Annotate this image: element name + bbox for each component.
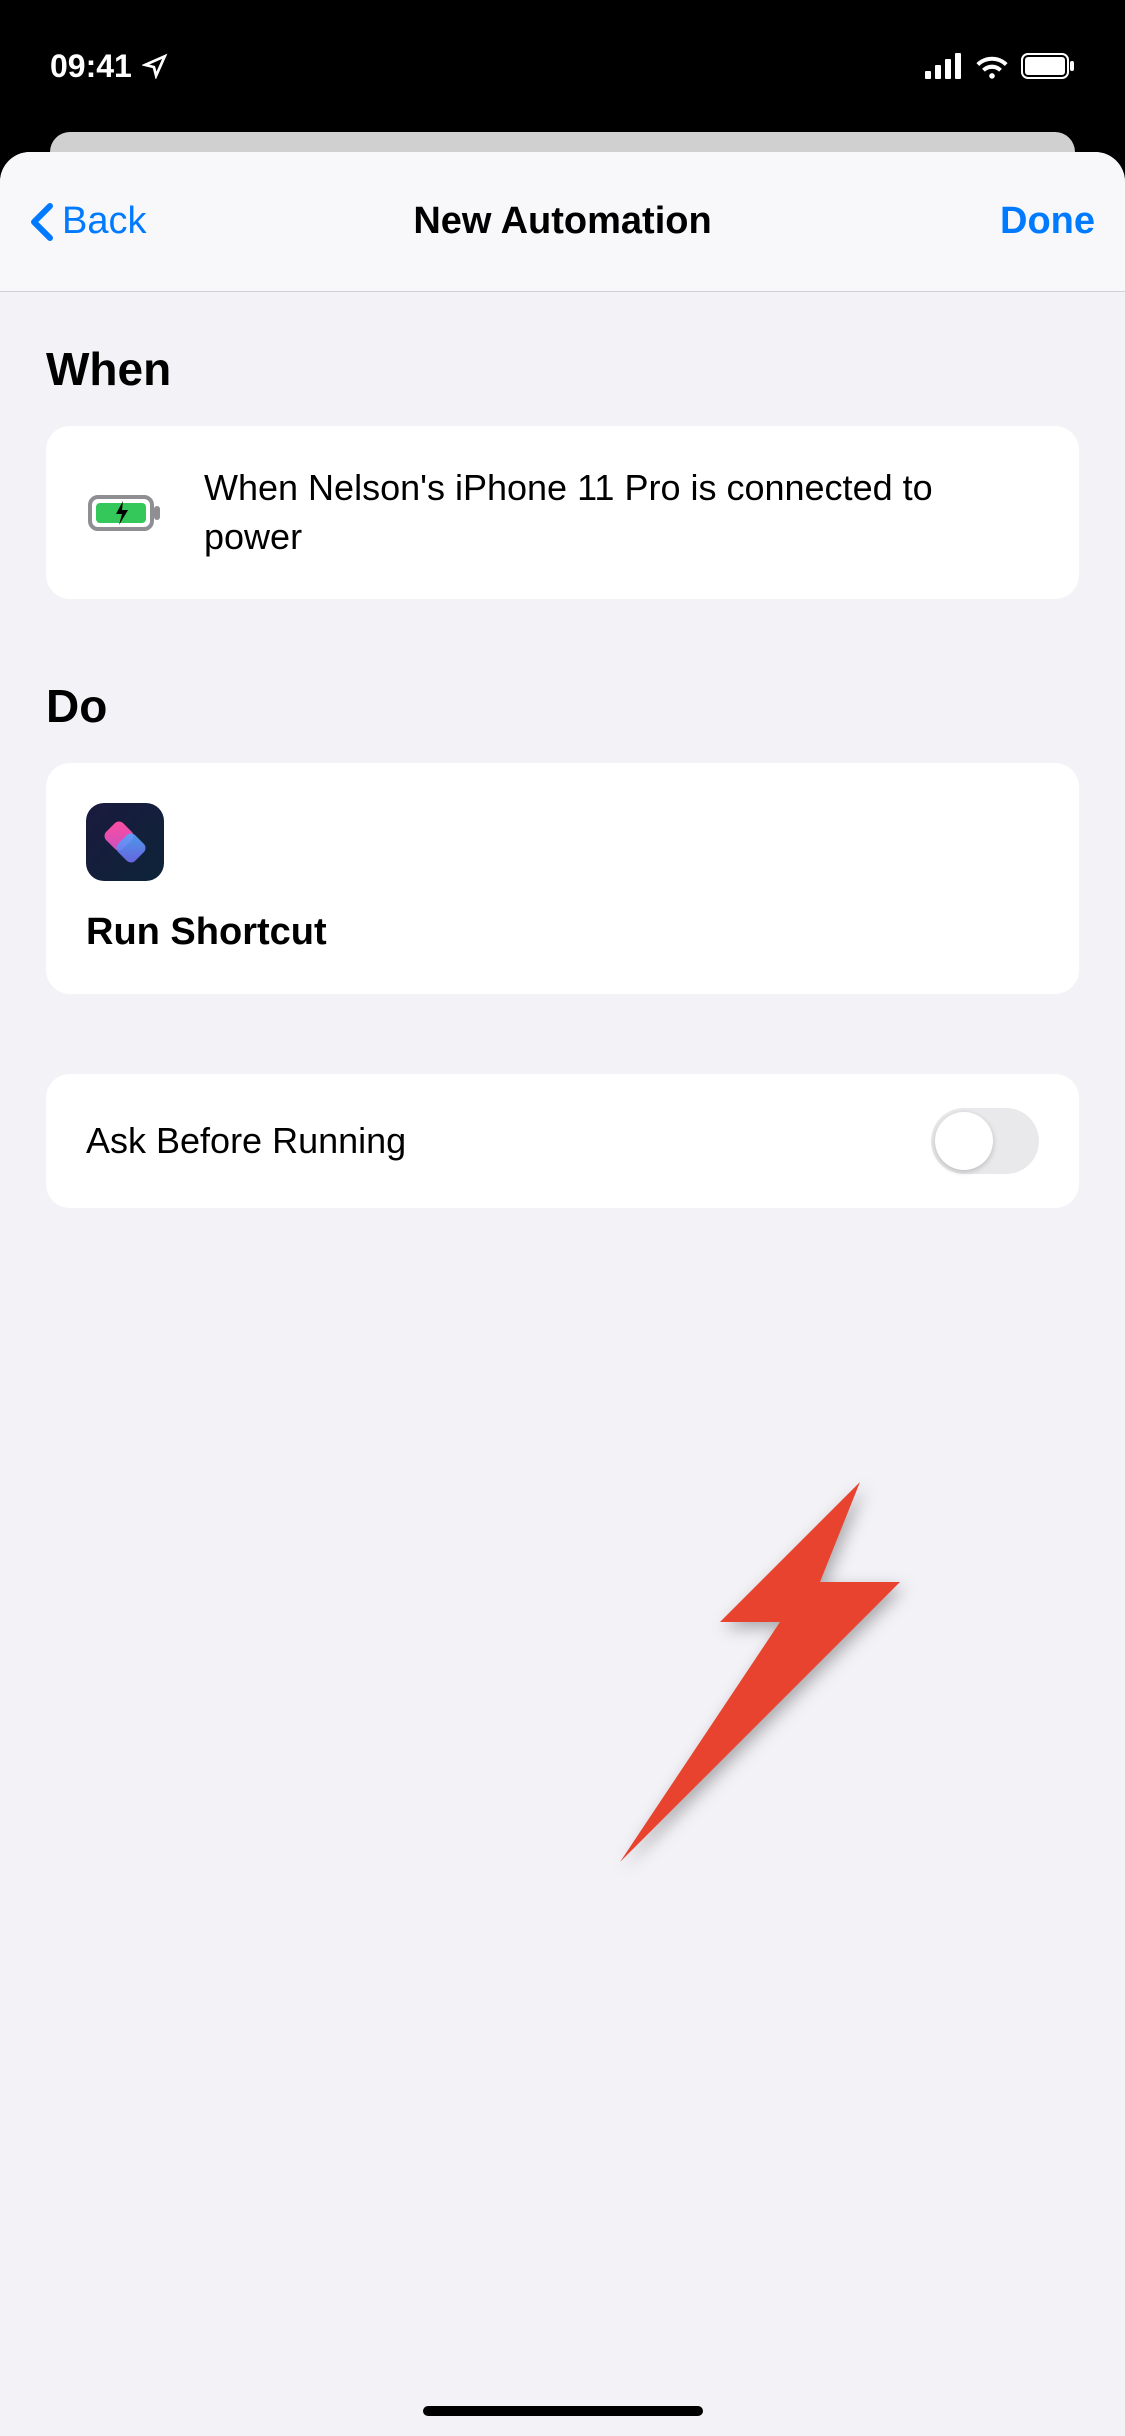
wifi-icon [975, 53, 1009, 79]
status-time: 09:41 [50, 48, 132, 85]
back-button[interactable]: Back [30, 200, 146, 243]
when-description: When Nelson's iPhone 11 Pro is connected… [204, 464, 1039, 561]
when-section-title: When [46, 342, 1079, 396]
ask-before-running-toggle[interactable] [931, 1108, 1039, 1174]
when-card[interactable]: When Nelson's iPhone 11 Pro is connected… [46, 426, 1079, 599]
content: When When Nelson's iPhone 11 Pro is conn… [0, 292, 1125, 1258]
charging-battery-icon [86, 491, 166, 535]
battery-icon [1021, 53, 1075, 79]
status-right [925, 53, 1075, 79]
home-indicator[interactable] [423, 2406, 703, 2416]
shortcuts-app-icon [86, 803, 164, 881]
do-action-label: Run Shortcut [86, 911, 1039, 954]
modal-sheet: Back New Automation Done When When Nelso… [0, 152, 1125, 2436]
done-button[interactable]: Done [1000, 200, 1095, 243]
cellular-icon [925, 53, 963, 79]
toggle-knob [935, 1112, 993, 1170]
nav-bar: Back New Automation Done [0, 152, 1125, 292]
do-card[interactable]: Run Shortcut [46, 763, 1079, 994]
status-left: 09:41 [50, 48, 168, 85]
chevron-left-icon [30, 202, 54, 242]
ask-before-running-row: Ask Before Running [46, 1074, 1079, 1208]
do-section-title: Do [46, 679, 1079, 733]
ask-before-running-label: Ask Before Running [86, 1120, 406, 1162]
annotation-arrow-icon [620, 1482, 900, 1862]
back-label: Back [62, 200, 146, 243]
status-bar: 09:41 [0, 0, 1125, 132]
nav-title: New Automation [413, 200, 711, 243]
location-icon [142, 53, 168, 79]
